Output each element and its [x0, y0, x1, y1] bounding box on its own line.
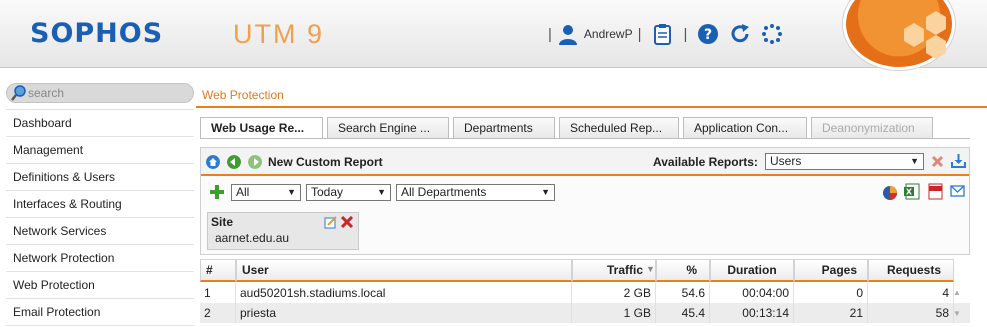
username[interactable]: AndrewP [584, 27, 633, 41]
column-header-pages[interactable]: Pages [794, 259, 868, 282]
cell-duration: 00:13:14 [710, 303, 794, 323]
cell-pages: 21 [794, 303, 868, 323]
column-header-duration[interactable]: Duration [710, 259, 794, 282]
cell-percent: 45.4 [656, 303, 710, 323]
filter-type-select[interactable]: All ▼ [231, 184, 301, 201]
sidebar-item-interfaces-routing[interactable]: Interfaces & Routing [6, 191, 194, 218]
cell-pages: 0 [794, 283, 868, 303]
cell-user: aud50201sh.stadiums.local [236, 283, 572, 303]
cell-traffic: 2 GB [572, 283, 656, 303]
product-name: UTM 9 [233, 19, 324, 49]
header-toolbar: | AndrewP | | ? [543, 22, 788, 46]
forward-icon[interactable] [248, 155, 262, 169]
separator: | [637, 25, 642, 43]
cell-number: 1 [200, 283, 236, 303]
sidebar-nav: Dashboard Management Definitions & Users… [6, 109, 194, 326]
tab-deanonymization: Deanonymization [811, 117, 933, 138]
user-icon[interactable] [557, 23, 579, 45]
scroll-up-icon[interactable]: ▲ [953, 288, 961, 297]
tab-divider [200, 138, 970, 139]
cell-user: priesta [236, 303, 572, 323]
refresh-icon[interactable] [729, 23, 751, 45]
sidebar-item-email-protection[interactable]: Email Protection [6, 299, 194, 326]
sidebar: search Dashboard Management Definitions … [6, 83, 194, 326]
app-header: SOPHOS UTM 9 | AndrewP | | ? [0, 0, 987, 70]
search-icon [11, 85, 26, 101]
title-divider [196, 106, 987, 108]
edit-icon[interactable] [324, 216, 337, 229]
help-icon[interactable]: ? [697, 23, 719, 45]
column-header-number[interactable]: # [200, 259, 236, 282]
home-icon[interactable] [206, 155, 220, 169]
cell-percent: 54.6 [656, 283, 710, 303]
cell-requests: 58 [868, 303, 954, 323]
tab-departments[interactable]: Departments [453, 117, 555, 138]
search-placeholder: search [28, 86, 65, 100]
cell-requests: 4 [868, 283, 954, 303]
sidebar-item-network-services[interactable]: Network Services [6, 218, 194, 245]
report-panel: New Custom Report Available Reports: Use… [200, 147, 970, 255]
remove-icon[interactable] [341, 216, 353, 228]
hexagon-emblem-icon [904, 11, 946, 59]
sidebar-item-definitions-users[interactable]: Definitions & Users [6, 164, 194, 191]
period-value: Today [311, 185, 344, 199]
page-title: Web Protection [202, 88, 284, 102]
sidebar-item-network-protection[interactable]: Network Protection [6, 245, 194, 272]
tab-bar: Web Usage Re... Search Engine ... Depart… [200, 117, 937, 139]
chevron-down-icon: ▼ [541, 187, 550, 197]
search-input[interactable]: search [6, 83, 194, 103]
sidebar-item-dashboard[interactable]: Dashboard [6, 110, 194, 137]
separator: | [683, 25, 688, 43]
svg-text:?: ? [704, 27, 712, 43]
clipboard-icon[interactable] [652, 23, 674, 45]
table-row[interactable]: 1 aud50201sh.stadiums.local 2 GB 54.6 00… [200, 283, 970, 303]
table-header: # User Traffic ▼ % Duration Pages Reques… [200, 259, 970, 283]
column-header-requests[interactable]: Requests [868, 259, 954, 282]
column-header-traffic[interactable]: Traffic [572, 259, 656, 282]
back-icon[interactable] [227, 155, 241, 169]
sophos-emblem [843, 0, 955, 70]
separator: | [548, 25, 552, 43]
column-header-percent[interactable]: % [656, 259, 710, 282]
sidebar-item-management[interactable]: Management [6, 137, 194, 164]
site-filter-chip: Site aarnet.edu.au [207, 212, 359, 250]
available-reports-label: Available Reports: [653, 155, 758, 169]
sidebar-item-web-protection[interactable]: Web Protection [6, 272, 194, 299]
delete-icon[interactable] [931, 155, 944, 168]
site-filter-value: aarnet.edu.au [215, 231, 290, 245]
report-toolbar: New Custom Report Available Reports: Use… [201, 148, 969, 176]
excel-export-icon[interactable]: X [904, 183, 921, 200]
sophos-logo[interactable]: SOPHOS [30, 18, 163, 49]
scroll-down-icon[interactable]: ▼ [953, 309, 961, 318]
tab-search-engine[interactable]: Search Engine ... [327, 117, 449, 138]
department-select[interactable]: All Departments ▼ [396, 184, 555, 201]
filter-type-value: All [236, 185, 250, 199]
available-reports-select[interactable]: Users ▼ [765, 153, 924, 170]
add-icon[interactable] [210, 185, 224, 199]
loading-spinner-icon [762, 24, 783, 44]
svg-text:X: X [906, 188, 913, 197]
chevron-down-icon: ▼ [910, 156, 919, 166]
new-custom-report-button[interactable]: New Custom Report [268, 155, 383, 169]
cell-traffic: 1 GB [572, 303, 656, 323]
pdf-export-icon[interactable] [928, 183, 943, 200]
download-icon[interactable] [951, 153, 966, 168]
tab-scheduled-reports[interactable]: Scheduled Rep... [559, 117, 679, 138]
cell-number: 2 [200, 303, 236, 323]
column-header-user[interactable]: User [236, 259, 572, 282]
department-value: All Departments [401, 185, 487, 199]
table-row[interactable]: 2 priesta 1 GB 45.4 00:13:14 21 58 ▼ [200, 303, 970, 323]
email-icon[interactable] [950, 185, 965, 197]
available-reports-value: Users [770, 154, 802, 168]
pie-chart-icon[interactable] [882, 185, 898, 201]
site-filter-label: Site [211, 215, 234, 229]
period-select[interactable]: Today ▼ [306, 184, 391, 201]
chevron-down-icon: ▼ [287, 187, 296, 197]
sort-desc-icon: ▼ [646, 264, 655, 274]
chevron-down-icon: ▼ [377, 187, 386, 197]
tab-application-control[interactable]: Application Con... [683, 117, 807, 138]
tab-web-usage-report[interactable]: Web Usage Re... [200, 117, 323, 139]
cell-duration: 00:04:00 [710, 283, 794, 303]
filter-toolbar: All ▼ Today ▼ All Departments ▼ X [201, 178, 969, 206]
